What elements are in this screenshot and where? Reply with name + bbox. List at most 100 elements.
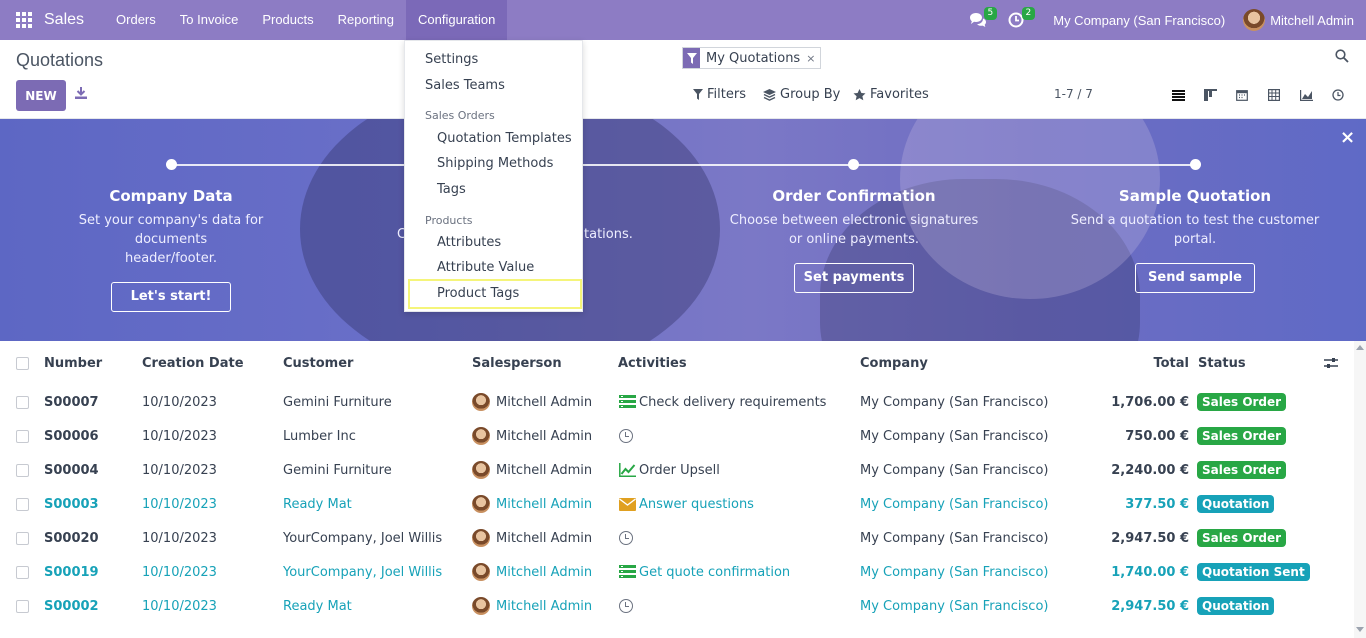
column-total[interactable]: Total bbox=[1140, 341, 1189, 385]
table-row[interactable]: S00003 10/10/2023 Ready Mat Mitchell Admin A… bbox=[0, 487, 1352, 521]
row-checkbox[interactable] bbox=[16, 589, 29, 623]
menu-item-product-tags[interactable]: Product Tags bbox=[437, 286, 519, 301]
column-customer[interactable]: Customer bbox=[283, 341, 353, 385]
salesperson[interactable]: Mitchell Admin bbox=[472, 453, 592, 487]
clock-icon[interactable] bbox=[619, 599, 633, 613]
company-name[interactable]: My Company (San Francisco) bbox=[860, 419, 1048, 453]
column-status[interactable]: Status bbox=[1198, 341, 1246, 385]
creation-date[interactable]: 10/10/2023 bbox=[142, 385, 217, 419]
creation-date[interactable]: 10/10/2023 bbox=[142, 589, 217, 623]
messages-button[interactable]: 5 bbox=[963, 0, 998, 40]
facet-remove-icon[interactable]: × bbox=[806, 52, 820, 65]
creation-date[interactable]: 10/10/2023 bbox=[142, 453, 217, 487]
table-row[interactable]: S00007 10/10/2023 Gemini Furniture Mitchell… bbox=[0, 385, 1352, 419]
total-amount[interactable]: 2,947.50 € bbox=[1090, 521, 1189, 555]
row-checkbox[interactable] bbox=[16, 419, 29, 453]
scroll-down-arrow[interactable] bbox=[1356, 627, 1364, 632]
graph-view-icon[interactable] bbox=[1290, 86, 1322, 104]
customer-name[interactable]: Gemini Furniture bbox=[283, 385, 392, 419]
creation-date[interactable]: 10/10/2023 bbox=[142, 521, 217, 555]
table-row[interactable]: S00002 10/10/2023 Ready Mat Mitchell Admin M… bbox=[0, 589, 1352, 623]
chart-icon[interactable] bbox=[619, 463, 636, 477]
order-number[interactable]: S00019 bbox=[44, 555, 99, 589]
list-view-icon[interactable] bbox=[1162, 86, 1194, 104]
new-button[interactable]: NEW bbox=[16, 80, 66, 111]
lets-start-button[interactable]: Let's start! bbox=[111, 282, 231, 312]
creation-date[interactable]: 10/10/2023 bbox=[142, 419, 217, 453]
select-all-checkbox[interactable] bbox=[16, 341, 29, 385]
company-name[interactable]: My Company (San Francisco) bbox=[860, 589, 1048, 623]
download-icon[interactable] bbox=[74, 86, 90, 102]
activity-cell[interactable]: Check delivery requirements bbox=[619, 385, 826, 419]
activity-cell[interactable] bbox=[619, 521, 636, 555]
menu-item-attribute-value[interactable]: Attribute Value bbox=[437, 260, 534, 275]
user-menu[interactable]: Mitchell Admin bbox=[1243, 9, 1354, 31]
envelope-icon[interactable] bbox=[619, 497, 636, 511]
order-number[interactable]: S00002 bbox=[44, 589, 99, 623]
app-brand[interactable]: Sales bbox=[44, 11, 84, 29]
pivot-view-icon[interactable] bbox=[1258, 86, 1290, 104]
clock-icon[interactable] bbox=[619, 531, 633, 545]
total-amount[interactable]: 750.00 € bbox=[1090, 419, 1189, 453]
column-activities[interactable]: Activities bbox=[618, 341, 687, 385]
menu-item-attributes[interactable]: Attributes bbox=[437, 235, 501, 250]
salesperson[interactable]: Mitchell Admin bbox=[472, 589, 592, 623]
activity-cell[interactable]: Get quote confirmation bbox=[619, 555, 790, 589]
kanban-view-icon[interactable] bbox=[1194, 86, 1226, 104]
apps-menu-icon[interactable] bbox=[0, 0, 48, 40]
customer-name[interactable]: YourCompany, Joel Willis bbox=[283, 555, 442, 589]
row-checkbox[interactable] bbox=[16, 385, 29, 419]
menu-configuration[interactable]: Configuration bbox=[406, 0, 508, 40]
salesperson[interactable]: Mitchell Admin bbox=[472, 385, 592, 419]
customer-name[interactable]: Ready Mat bbox=[283, 589, 352, 623]
total-amount[interactable]: 2,240.00 € bbox=[1090, 453, 1189, 487]
activity-summary[interactable]: Order Upsell bbox=[639, 463, 720, 478]
vertical-scrollbar[interactable] bbox=[1354, 341, 1366, 638]
menu-item-settings[interactable]: Settings bbox=[425, 52, 478, 67]
total-amount[interactable]: 377.50 € bbox=[1090, 487, 1189, 521]
optional-columns-icon[interactable] bbox=[1324, 341, 1338, 385]
send-sample-button[interactable]: Send sample bbox=[1135, 263, 1255, 293]
list-icon[interactable] bbox=[619, 395, 636, 409]
filters-button[interactable]: Filters bbox=[693, 87, 746, 102]
company-name[interactable]: My Company (San Francisco) bbox=[860, 555, 1048, 589]
set-payments-button[interactable]: Set payments bbox=[794, 263, 914, 293]
order-number[interactable]: S00003 bbox=[44, 487, 99, 521]
column-company[interactable]: Company bbox=[860, 341, 928, 385]
menu-item-shipping-methods[interactable]: Shipping Methods bbox=[437, 156, 553, 171]
customer-name[interactable]: YourCompany, Joel Willis bbox=[283, 521, 442, 555]
search-icon[interactable] bbox=[1335, 49, 1351, 65]
favorites-button[interactable]: Favorites bbox=[853, 87, 929, 102]
row-checkbox[interactable] bbox=[16, 453, 29, 487]
salesperson[interactable]: Mitchell Admin bbox=[472, 521, 592, 555]
list-icon[interactable] bbox=[619, 565, 636, 579]
activity-cell[interactable]: Order Upsell bbox=[619, 453, 720, 487]
activity-view-icon[interactable] bbox=[1322, 86, 1354, 104]
order-number[interactable]: S00004 bbox=[44, 453, 99, 487]
group-by-button[interactable]: Group By bbox=[763, 87, 840, 102]
table-row[interactable]: S00004 10/10/2023 Gemini Furniture Mitchell… bbox=[0, 453, 1352, 487]
customer-name[interactable]: Gemini Furniture bbox=[283, 453, 392, 487]
menu-to-invoice[interactable]: To Invoice bbox=[168, 0, 251, 40]
menu-reporting[interactable]: Reporting bbox=[326, 0, 406, 40]
table-row[interactable]: S00020 10/10/2023 YourCompany, Joel Willis… bbox=[0, 521, 1352, 555]
company-name[interactable]: My Company (San Francisco) bbox=[860, 453, 1048, 487]
menu-products[interactable]: Products bbox=[250, 0, 325, 40]
activity-cell[interactable]: Answer questions bbox=[619, 487, 754, 521]
customer-name[interactable]: Ready Mat bbox=[283, 487, 352, 521]
column-salesperson[interactable]: Salesperson bbox=[472, 341, 562, 385]
company-name[interactable]: My Company (San Francisco) bbox=[860, 521, 1048, 555]
row-checkbox[interactable] bbox=[16, 521, 29, 555]
order-number[interactable]: S00020 bbox=[44, 521, 99, 555]
total-amount[interactable]: 1,740.00 € bbox=[1090, 555, 1189, 589]
row-checkbox[interactable] bbox=[16, 555, 29, 589]
activity-cell[interactable] bbox=[619, 419, 636, 453]
calendar-view-icon[interactable] bbox=[1226, 86, 1258, 104]
total-amount[interactable]: 2,947.50 € bbox=[1090, 589, 1189, 623]
salesperson[interactable]: Mitchell Admin bbox=[472, 555, 592, 589]
column-creation-date[interactable]: Creation Date bbox=[142, 341, 244, 385]
total-amount[interactable]: 1,706.00 € bbox=[1090, 385, 1189, 419]
close-icon[interactable]: × bbox=[1340, 127, 1355, 148]
salesperson[interactable]: Mitchell Admin bbox=[472, 419, 592, 453]
company-switcher[interactable]: My Company (San Francisco) bbox=[1053, 13, 1225, 28]
